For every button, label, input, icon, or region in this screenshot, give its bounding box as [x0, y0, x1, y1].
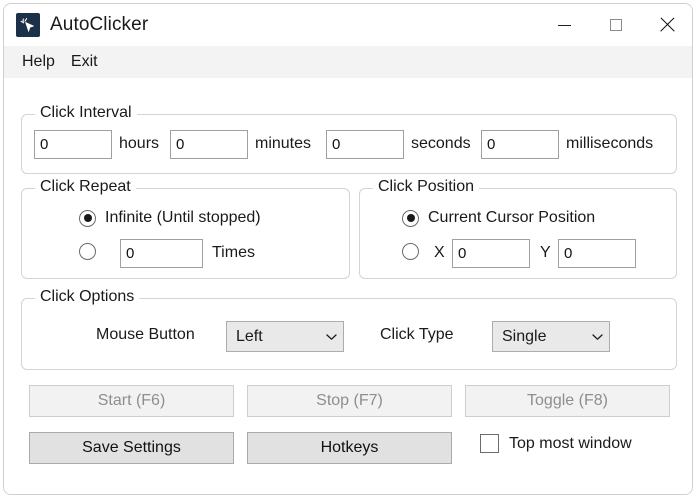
mouse-button-value: Left [227, 328, 319, 346]
interval-minutes-input[interactable] [170, 130, 248, 159]
maximize-icon [610, 19, 622, 31]
mouse-button-dropdown[interactable]: Left [226, 321, 344, 352]
client-area: Click Interval hours minutes seconds mil… [4, 78, 692, 494]
maximize-button[interactable] [590, 4, 641, 46]
click-position-title: Click Position [373, 178, 479, 196]
topmost-window-option[interactable]: Top most window [480, 434, 632, 453]
click-repeat-group: Click Repeat Infinite (Until stopped) Ti… [21, 188, 350, 279]
title-bar: AutoClicker [4, 4, 692, 46]
interval-seconds-input[interactable] [326, 130, 404, 159]
position-y-input[interactable] [558, 239, 636, 268]
repeat-infinite-radio[interactable] [79, 210, 96, 227]
interval-milliseconds-label: milliseconds [566, 135, 653, 153]
interval-seconds-label: seconds [411, 135, 471, 153]
click-position-group: Click Position Current Cursor Position X… [359, 188, 677, 279]
minimize-button[interactable] [539, 4, 590, 46]
window-controls [539, 4, 692, 46]
close-button[interactable] [641, 4, 692, 46]
position-custom-radio[interactable] [402, 243, 419, 260]
click-type-dropdown[interactable]: Single [492, 321, 610, 352]
click-options-title: Click Options [35, 288, 139, 306]
position-current-radio[interactable] [402, 210, 419, 227]
click-options-group: Click Options Mouse Button Left Click Ty… [21, 298, 677, 370]
position-x-input[interactable] [452, 239, 530, 268]
save-settings-button[interactable]: Save Settings [29, 432, 234, 464]
close-icon [659, 17, 675, 33]
menu-item-help[interactable]: Help [14, 50, 63, 74]
position-y-label: Y [540, 244, 551, 262]
click-type-label: Click Type [380, 326, 454, 344]
position-current-label: Current Cursor Position [428, 209, 595, 227]
hotkeys-button[interactable]: Hotkeys [247, 432, 452, 464]
menu-bar: Help Exit [4, 46, 692, 78]
stop-button[interactable]: Stop (F7) [247, 385, 452, 417]
position-x-label: X [434, 244, 445, 262]
menu-item-exit[interactable]: Exit [63, 50, 106, 74]
topmost-window-label: Top most window [509, 435, 632, 453]
repeat-times-radio[interactable] [79, 243, 96, 260]
mouse-button-label: Mouse Button [96, 326, 195, 344]
chevron-down-icon [319, 333, 343, 341]
autoclicker-window: AutoClicker Help Exit Click Interval hou… [3, 3, 693, 495]
interval-milliseconds-input[interactable] [481, 130, 559, 159]
window-title: AutoClicker [50, 14, 148, 36]
repeat-times-label: Times [212, 244, 255, 262]
click-interval-title: Click Interval [35, 104, 137, 122]
click-interval-group: Click Interval hours minutes seconds mil… [21, 114, 677, 174]
repeat-times-option[interactable] [79, 243, 96, 260]
topmost-window-checkbox[interactable] [480, 434, 499, 453]
toggle-button[interactable]: Toggle (F8) [465, 385, 670, 417]
position-custom-option[interactable] [402, 243, 419, 260]
autoclicker-cursor-icon [16, 13, 40, 37]
minimize-icon [558, 25, 571, 26]
chevron-down-icon [585, 333, 609, 341]
click-type-value: Single [493, 328, 585, 346]
interval-hours-label: hours [119, 135, 159, 153]
interval-hours-input[interactable] [34, 130, 112, 159]
repeat-times-input[interactable] [120, 239, 203, 268]
position-current-option[interactable]: Current Cursor Position [402, 209, 595, 227]
start-button[interactable]: Start (F6) [29, 385, 234, 417]
repeat-infinite-label: Infinite (Until stopped) [105, 209, 261, 227]
click-repeat-title: Click Repeat [35, 178, 136, 196]
interval-minutes-label: minutes [255, 135, 311, 153]
repeat-infinite-option[interactable]: Infinite (Until stopped) [79, 209, 261, 227]
